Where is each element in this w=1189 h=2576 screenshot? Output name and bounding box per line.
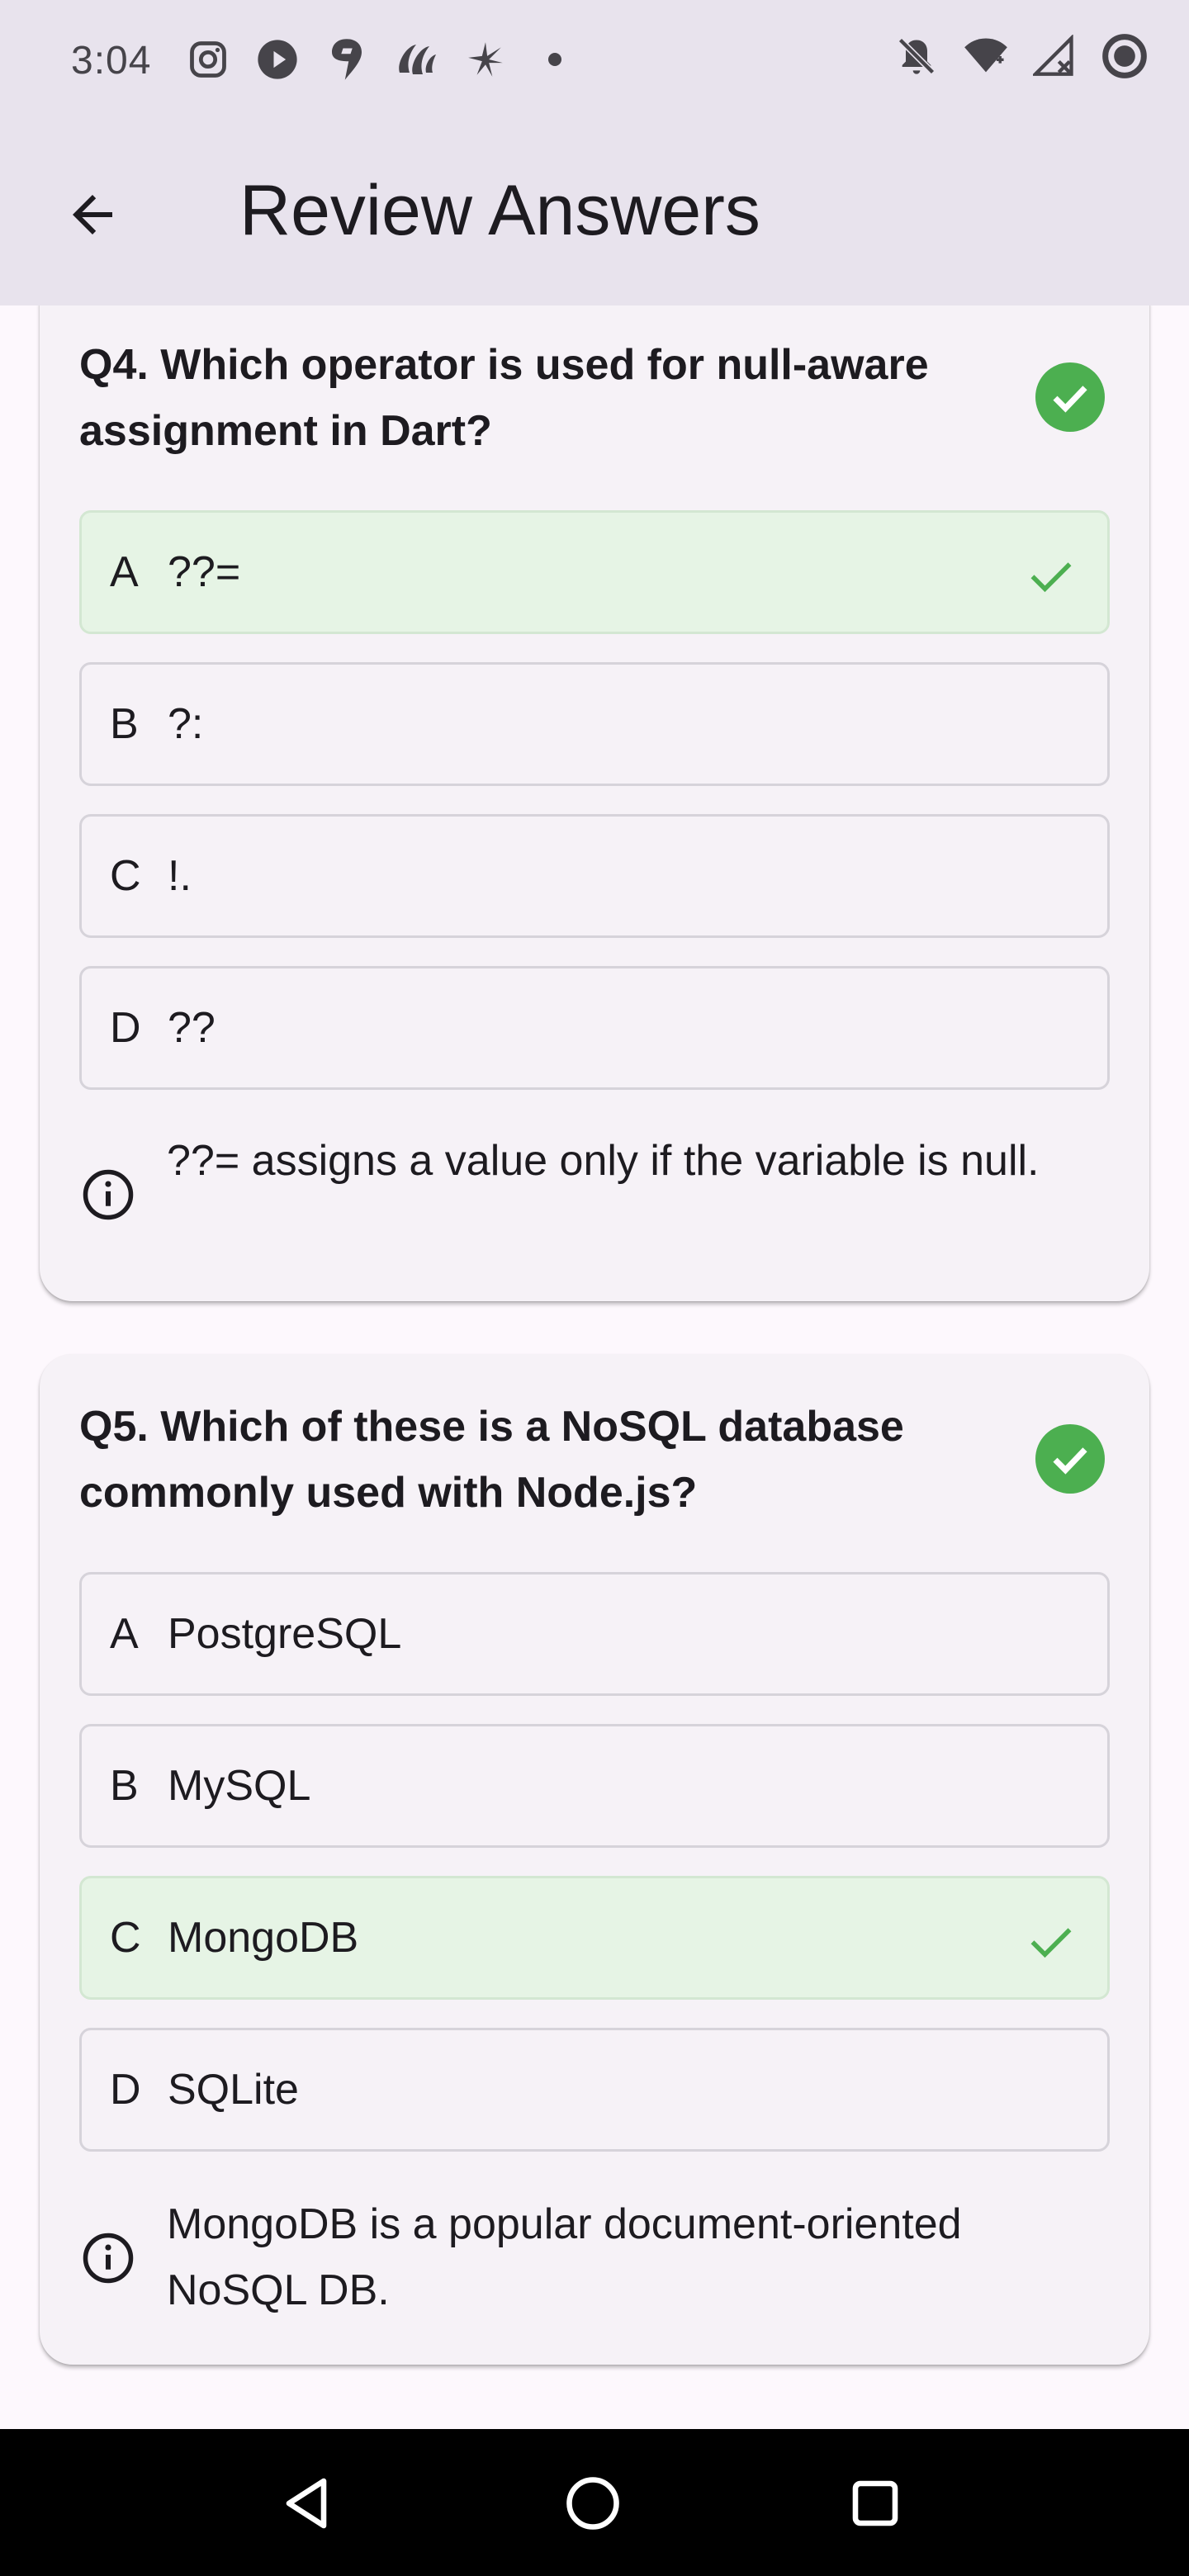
correct-badge-icon [1035, 362, 1105, 432]
swiggy-icon [324, 36, 370, 83]
nav-recents-icon [852, 2480, 898, 2526]
option-letter: B [110, 1762, 139, 1810]
info-icon [83, 2233, 134, 2284]
arrow-back-icon [73, 195, 112, 234]
status-icons-right [893, 33, 1148, 79]
option-text: SQLite [168, 2066, 299, 2114]
option-letter: C [110, 852, 141, 900]
question-title: Q4. Which operator is used for null-awar… [79, 341, 929, 455]
option-text: !. [168, 852, 192, 900]
option-b[interactable]: B MySQL [79, 1724, 1110, 1848]
option-letter: D [110, 1004, 141, 1052]
top-bar: 3:04 Review Answers [0, 0, 1189, 305]
nav-home-icon [566, 2477, 619, 2530]
system-nav-bar [0, 2429, 1189, 2576]
option-d[interactable]: D SQLite [79, 2028, 1110, 2152]
option-letter: C [110, 1914, 141, 1962]
option-letter: A [110, 548, 139, 596]
status-bar: 3:04 [0, 0, 1189, 122]
option-d[interactable]: D ?? [79, 966, 1110, 1090]
back-button[interactable] [46, 168, 139, 261]
option-letter: A [110, 1610, 139, 1658]
checkmark-icon [1030, 562, 1072, 593]
option-letter: B [110, 700, 139, 748]
option-b[interactable]: B ?: [79, 662, 1110, 786]
instagram-icon [185, 36, 231, 83]
nav-back-button[interactable] [274, 2469, 343, 2538]
option-c[interactable]: C !. [79, 814, 1110, 938]
dot-icon [532, 36, 578, 83]
nav-back-icon [286, 2478, 327, 2529]
option-text: PostgreSQL [168, 1610, 402, 1658]
option-letter: D [110, 2066, 141, 2114]
sparkle-icon [462, 36, 509, 83]
explanation-text: MongoDB is a popular document-oriented N… [167, 2200, 962, 2314]
question-title: Q5. Which of these is a NoSQL database c… [79, 1403, 904, 1517]
nav-home-button[interactable] [558, 2469, 628, 2538]
option-text: ?? [168, 1004, 216, 1052]
option-text: ?: [168, 700, 204, 748]
option-a[interactable]: A ??= [79, 510, 1110, 634]
status-icons-left [185, 36, 578, 83]
status-time: 3:04 [71, 39, 152, 83]
option-text: ??= [168, 548, 241, 596]
app-bar: Review Answers [0, 122, 1189, 305]
app-icon [393, 36, 439, 83]
page-title: Review Answers [239, 171, 760, 250]
question-card-q4: Q4. Which operator is used for null-awar… [40, 272, 1149, 1301]
option-a[interactable]: A PostgreSQL [79, 1572, 1110, 1696]
question-card-q5: Q5. Which of these is a NoSQL database c… [40, 1354, 1149, 2365]
info-icon [83, 1169, 134, 1220]
option-c[interactable]: C MongoDB [79, 1876, 1110, 2000]
option-text: MySQL [168, 1762, 311, 1810]
nav-recents-button[interactable] [841, 2469, 910, 2538]
battery-icon [1101, 33, 1148, 79]
checkmark-icon [1030, 1928, 1072, 1958]
notifications-off-icon [893, 33, 940, 79]
signal-icon [1032, 33, 1078, 79]
play-icon [254, 36, 301, 83]
correct-badge-icon [1035, 1424, 1105, 1494]
option-text: MongoDB [168, 1914, 359, 1962]
explanation-text: ??= assigns a value only if the variable… [167, 1137, 1040, 1185]
wifi-icon [963, 33, 1009, 79]
